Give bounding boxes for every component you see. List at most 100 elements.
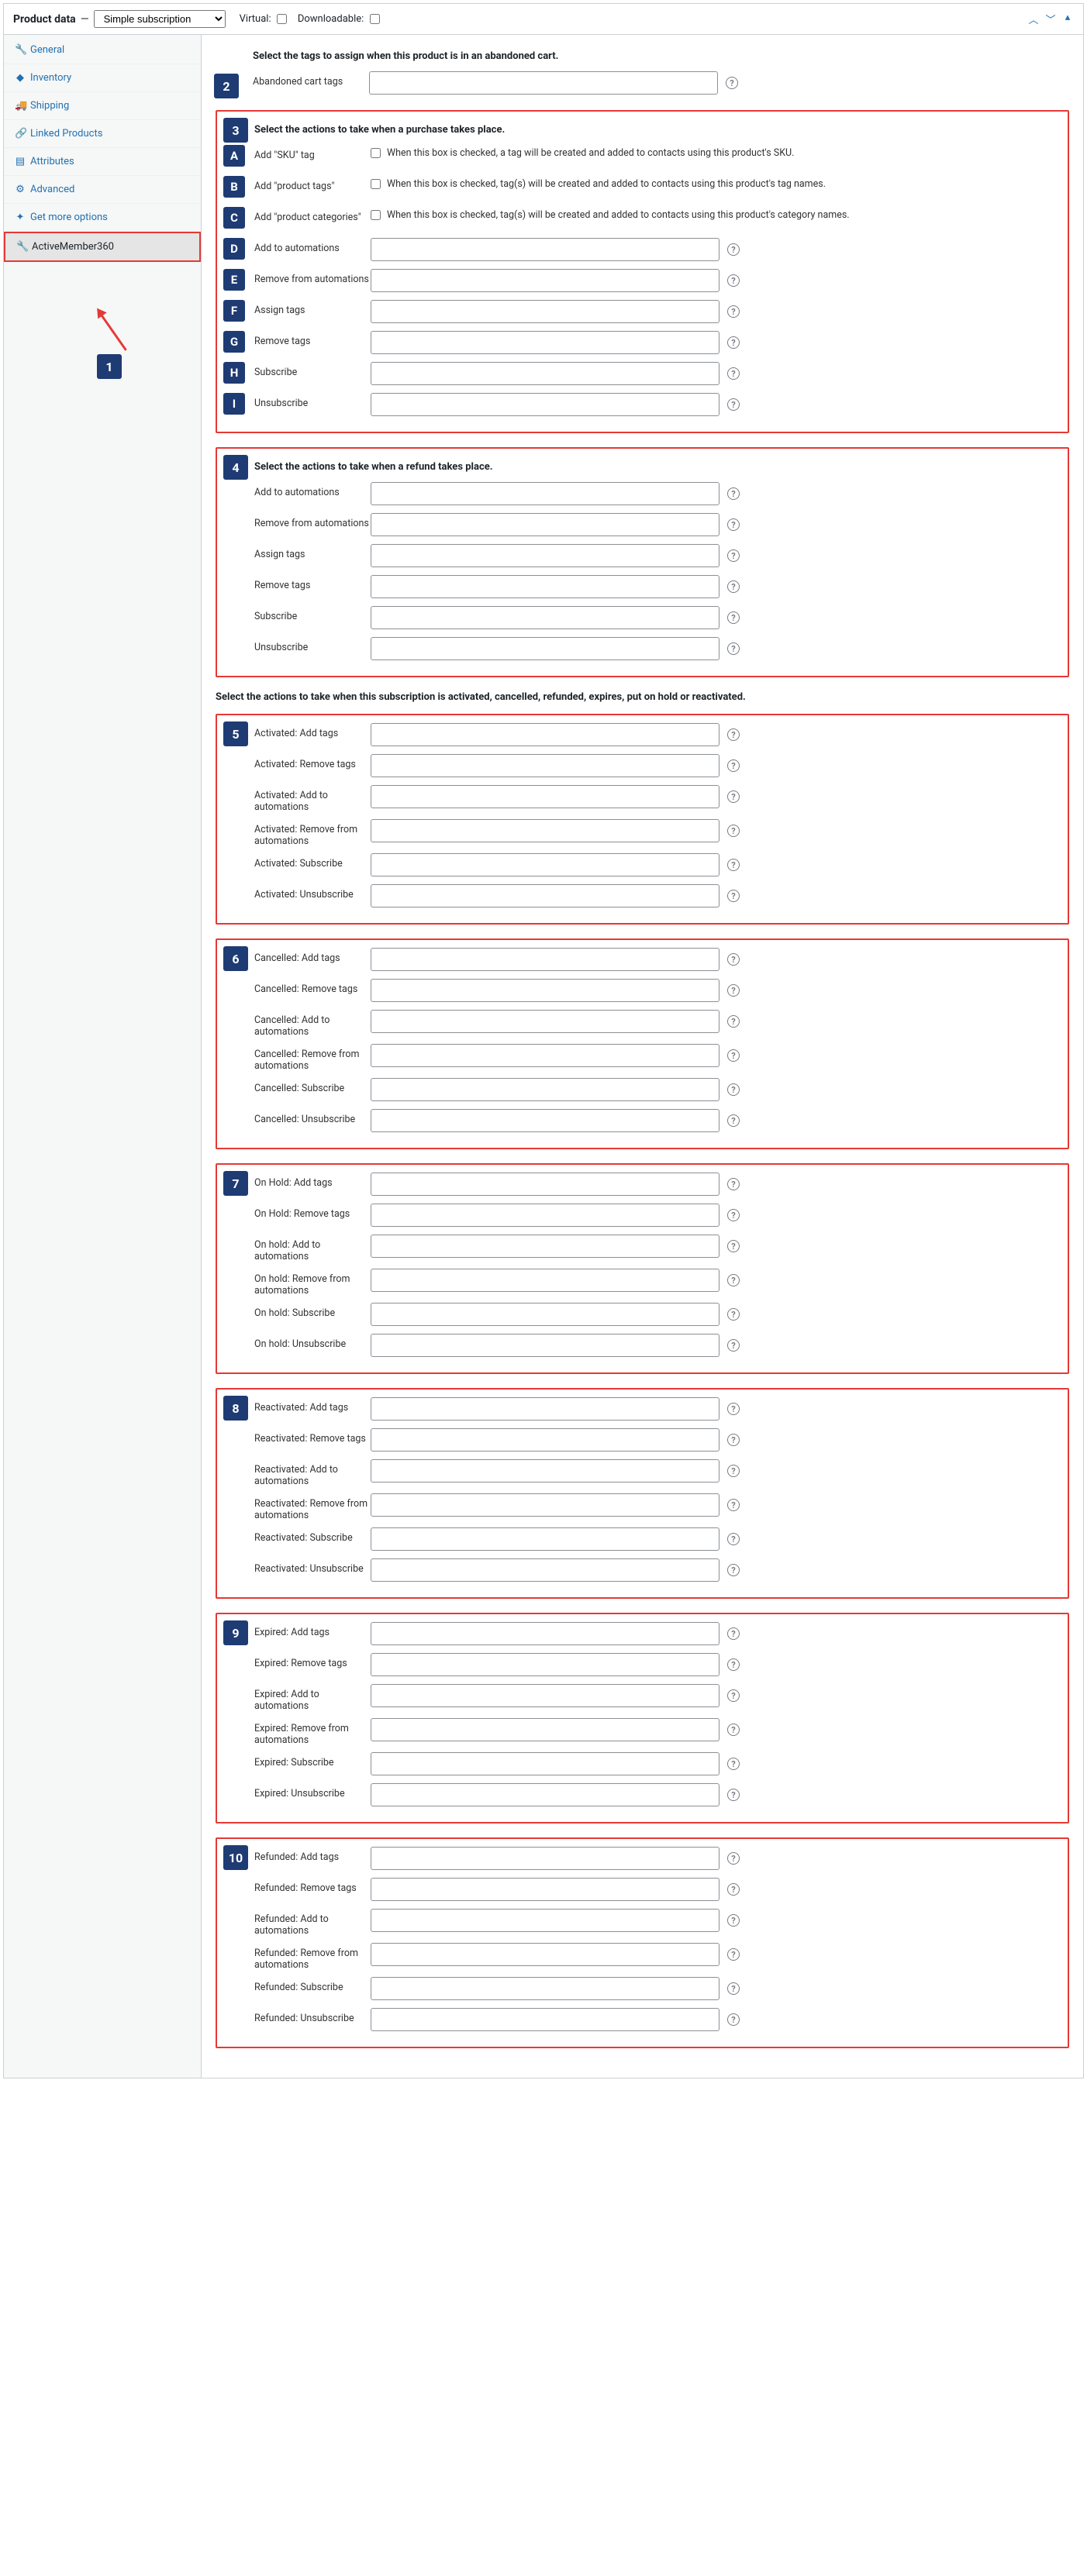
- sidebar-item-shipping[interactable]: 🚚Shipping: [4, 92, 201, 120]
- help-icon[interactable]: ?: [727, 728, 740, 741]
- help-icon[interactable]: ?: [727, 1403, 740, 1415]
- help-icon[interactable]: ?: [727, 398, 740, 411]
- help-icon[interactable]: ?: [727, 1465, 740, 1477]
- collapse-down-icon[interactable]: ﹀: [1044, 12, 1057, 26]
- row-checkbox[interactable]: [371, 210, 381, 220]
- downloadable-flag[interactable]: Downloadable:: [298, 13, 380, 25]
- sidebar-item-get-more-options[interactable]: ✦Get more options: [4, 204, 201, 232]
- toggle-icon[interactable]: ▴: [1061, 12, 1074, 26]
- row-input[interactable]: [371, 723, 719, 746]
- help-icon[interactable]: ?: [727, 825, 740, 837]
- row-input[interactable]: [371, 1010, 719, 1033]
- row-input[interactable]: [371, 637, 719, 660]
- help-icon[interactable]: ?: [727, 2013, 740, 2026]
- row-input[interactable]: [371, 482, 719, 505]
- row-input[interactable]: [371, 1078, 719, 1101]
- row-input[interactable]: [371, 1428, 719, 1452]
- help-icon[interactable]: ?: [727, 580, 740, 593]
- row-input[interactable]: [371, 754, 719, 777]
- help-icon[interactable]: ?: [727, 1499, 740, 1511]
- help-icon[interactable]: ?: [727, 984, 740, 997]
- row-input[interactable]: [371, 544, 719, 567]
- help-icon[interactable]: ?: [727, 336, 740, 349]
- help-icon[interactable]: ?: [727, 1948, 740, 1961]
- row-input[interactable]: [371, 575, 719, 598]
- virtual-checkbox[interactable]: [277, 14, 287, 24]
- downloadable-checkbox[interactable]: [370, 14, 380, 24]
- row-input[interactable]: [371, 1303, 719, 1326]
- row-input[interactable]: [371, 1622, 719, 1645]
- help-icon[interactable]: ?: [727, 1982, 740, 1995]
- row-input[interactable]: [371, 1684, 719, 1707]
- row-input[interactable]: [371, 513, 719, 536]
- row-input[interactable]: [371, 1044, 719, 1067]
- sidebar-item-attributes[interactable]: ▤Attributes: [4, 148, 201, 176]
- row-input[interactable]: [371, 1459, 719, 1483]
- help-icon[interactable]: ?: [727, 1533, 740, 1545]
- row-input[interactable]: [371, 884, 719, 907]
- help-icon[interactable]: ?: [727, 1049, 740, 1062]
- row-input[interactable]: [371, 1943, 719, 1966]
- row-input[interactable]: [371, 362, 719, 385]
- row-input[interactable]: [371, 1909, 719, 1932]
- help-icon[interactable]: ?: [727, 1308, 740, 1321]
- help-icon[interactable]: ?: [727, 890, 740, 902]
- row-input[interactable]: [371, 1783, 719, 1806]
- row-input[interactable]: [371, 269, 719, 292]
- help-icon[interactable]: ?: [727, 759, 740, 772]
- row-input[interactable]: [371, 1235, 719, 1258]
- help-icon[interactable]: ?: [727, 243, 740, 256]
- help-icon[interactable]: ?: [727, 305, 740, 318]
- help-icon[interactable]: ?: [726, 77, 738, 89]
- help-icon[interactable]: ?: [727, 1914, 740, 1927]
- row-input[interactable]: [371, 1269, 719, 1292]
- row-input[interactable]: [371, 948, 719, 971]
- help-icon[interactable]: ?: [727, 1434, 740, 1446]
- help-icon[interactable]: ?: [727, 1758, 740, 1770]
- sidebar-item-inventory[interactable]: ◆Inventory: [4, 64, 201, 92]
- help-icon[interactable]: ?: [727, 1178, 740, 1190]
- help-icon[interactable]: ?: [727, 1564, 740, 1576]
- product-type-select[interactable]: Simple subscription: [94, 10, 226, 28]
- row-input[interactable]: [371, 1653, 719, 1676]
- help-icon[interactable]: ?: [727, 1658, 740, 1671]
- help-icon[interactable]: ?: [727, 642, 740, 655]
- sidebar-item-general[interactable]: 🔧General: [4, 36, 201, 64]
- help-icon[interactable]: ?: [727, 1015, 740, 1028]
- row-input[interactable]: [371, 606, 719, 629]
- help-icon[interactable]: ?: [727, 1689, 740, 1702]
- row-input[interactable]: [371, 331, 719, 354]
- row-checkbox[interactable]: [371, 148, 381, 158]
- row-input[interactable]: [371, 1977, 719, 2000]
- help-icon[interactable]: ?: [727, 487, 740, 500]
- row-input[interactable]: [371, 785, 719, 808]
- help-icon[interactable]: ?: [727, 1240, 740, 1252]
- row-input[interactable]: [371, 1397, 719, 1421]
- help-icon[interactable]: ?: [727, 518, 740, 531]
- help-icon[interactable]: ?: [727, 1274, 740, 1286]
- row-input[interactable]: [371, 1878, 719, 1901]
- help-icon[interactable]: ?: [727, 611, 740, 624]
- help-icon[interactable]: ?: [727, 1083, 740, 1096]
- row-input[interactable]: [371, 300, 719, 323]
- help-icon[interactable]: ?: [727, 1883, 740, 1896]
- help-icon[interactable]: ?: [727, 1209, 740, 1221]
- help-icon[interactable]: ?: [727, 1339, 740, 1352]
- row-input[interactable]: [371, 1204, 719, 1227]
- row-checkbox[interactable]: [371, 179, 381, 189]
- sidebar-item-linked-products[interactable]: 🔗Linked Products: [4, 120, 201, 148]
- help-icon[interactable]: ?: [727, 1789, 740, 1801]
- row-input[interactable]: [371, 853, 719, 876]
- help-icon[interactable]: ?: [727, 549, 740, 562]
- row-input[interactable]: [371, 2008, 719, 2031]
- row-input[interactable]: [371, 1334, 719, 1357]
- help-icon[interactable]: ?: [727, 859, 740, 871]
- help-icon[interactable]: ?: [727, 1114, 740, 1127]
- row-input[interactable]: [371, 1558, 719, 1582]
- help-icon[interactable]: ?: [727, 367, 740, 380]
- help-icon[interactable]: ?: [727, 274, 740, 287]
- row-input[interactable]: [371, 238, 719, 261]
- row-input[interactable]: [371, 1173, 719, 1196]
- collapse-up-icon[interactable]: ︿: [1027, 12, 1040, 26]
- row-input[interactable]: [371, 1718, 719, 1741]
